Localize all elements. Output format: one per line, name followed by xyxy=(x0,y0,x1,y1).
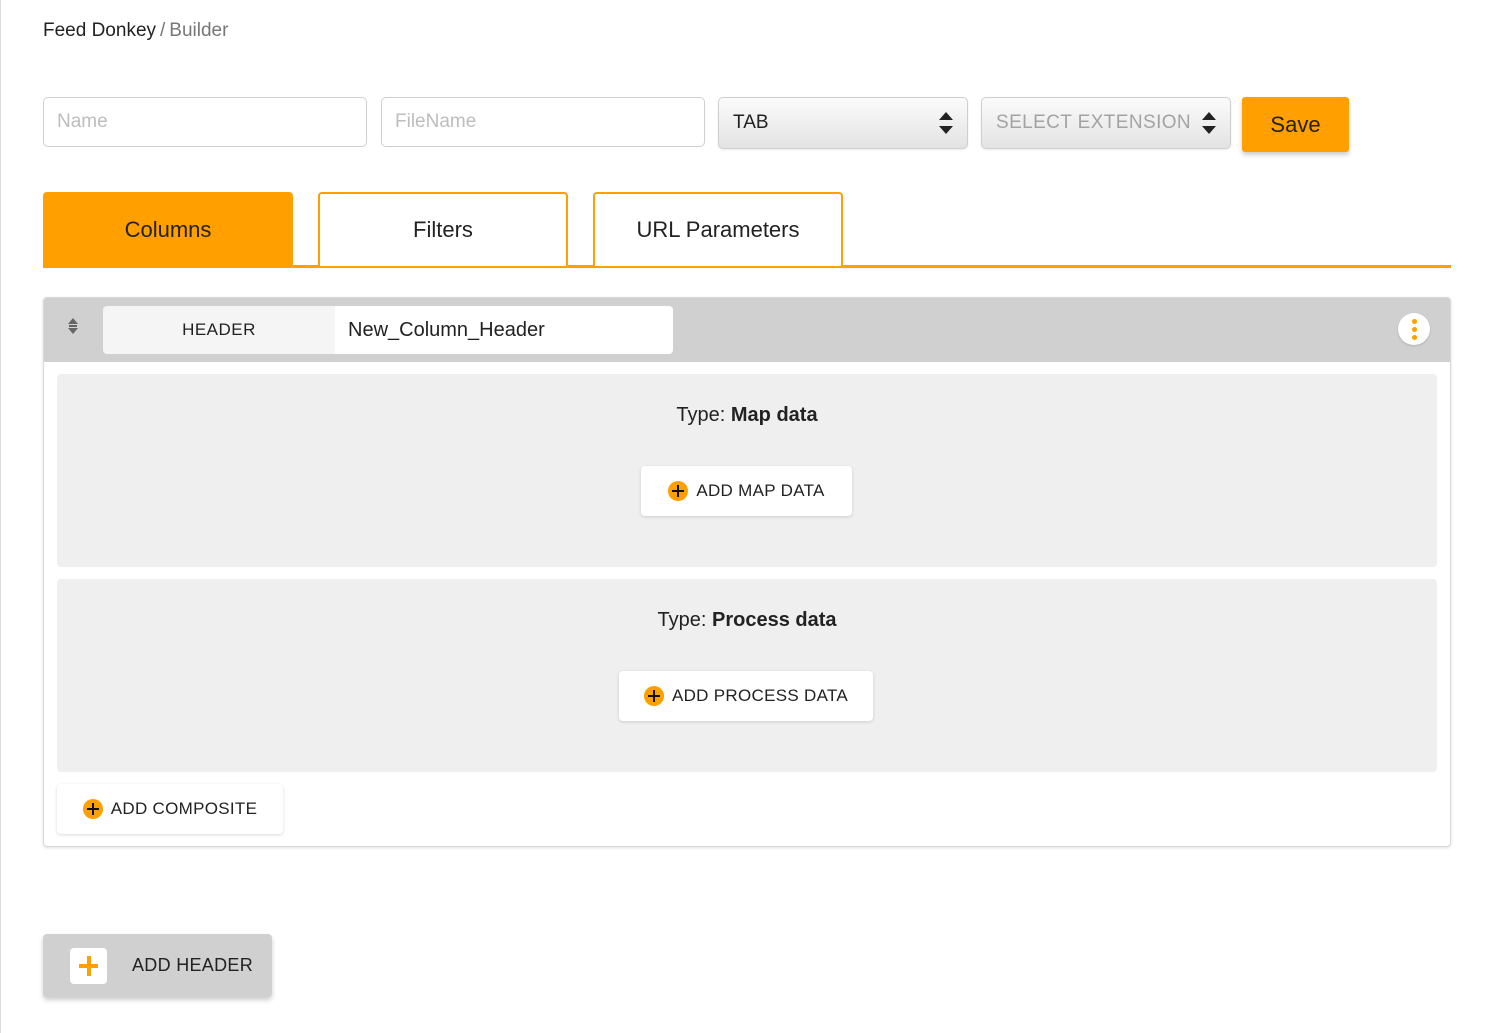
column-card: HEADER Type: Map data ADD MAP DATA Type:… xyxy=(43,297,1451,847)
filename-input[interactable] xyxy=(381,97,705,147)
process-data-type-title: Type: Process data xyxy=(57,609,1437,632)
name-input[interactable] xyxy=(43,97,367,147)
add-composite-label: ADD COMPOSITE xyxy=(110,799,258,818)
breadcrumb: Feed Donkey / Builder xyxy=(43,20,228,42)
type-prefix: Type: xyxy=(676,404,726,426)
page-edge-divider xyxy=(0,0,1,1033)
extension-select-value: SELECT EXTENSION xyxy=(996,112,1192,133)
extension-select[interactable]: SELECT EXTENSION xyxy=(981,97,1231,149)
plus-circle-icon xyxy=(668,481,689,501)
updown-arrows-icon xyxy=(939,112,953,134)
tab-columns[interactable]: Columns xyxy=(43,192,293,266)
type-name: Process data xyxy=(711,609,837,631)
breadcrumb-separator: / xyxy=(160,20,166,41)
add-process-data-label: ADD PROCESS DATA xyxy=(671,686,849,705)
updown-arrows-icon xyxy=(1202,112,1216,134)
tab-filters[interactable]: Filters xyxy=(318,192,568,266)
map-data-type-title: Type: Map data xyxy=(57,404,1437,427)
plus-icon xyxy=(70,948,107,984)
plus-circle-icon xyxy=(643,686,664,706)
add-map-data-label: ADD MAP DATA xyxy=(696,481,825,500)
add-process-data-button[interactable]: ADD PROCESS DATA xyxy=(619,671,873,721)
column-header-input[interactable] xyxy=(335,306,673,354)
tab-url-parameters[interactable]: URL Parameters xyxy=(593,192,843,266)
column-header-bar: HEADER xyxy=(44,298,1450,362)
type-prefix: Type: xyxy=(657,609,707,631)
header-tag-label: HEADER xyxy=(103,306,335,354)
drag-handle-icon[interactable] xyxy=(66,318,80,342)
add-header-label: ADD HEADER xyxy=(132,955,254,975)
add-map-data-button[interactable]: ADD MAP DATA xyxy=(641,466,852,516)
plus-circle-icon xyxy=(82,799,103,819)
add-composite-button[interactable]: ADD COMPOSITE xyxy=(57,784,283,834)
add-header-button[interactable]: ADD HEADER xyxy=(43,934,272,997)
delimiter-select-value: TAB xyxy=(733,112,769,133)
kebab-menu-icon[interactable] xyxy=(1398,313,1430,345)
breadcrumb-current: Builder xyxy=(169,20,229,41)
map-data-panel: Type: Map data ADD MAP DATA xyxy=(57,374,1437,567)
delimiter-select[interactable]: TAB xyxy=(718,97,968,149)
process-data-panel: Type: Process data ADD PROCESS DATA xyxy=(57,579,1437,772)
breadcrumb-root-link[interactable]: Feed Donkey xyxy=(43,20,156,41)
type-name: Map data xyxy=(730,404,818,426)
tab-bar: Columns Filters URL Parameters xyxy=(43,192,1451,268)
save-button[interactable]: Save xyxy=(1242,97,1349,152)
